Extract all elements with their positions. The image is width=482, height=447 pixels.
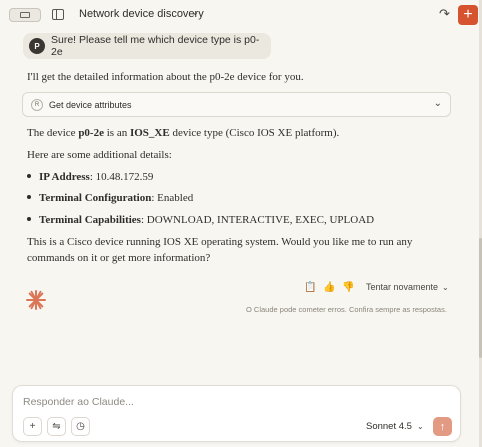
detail-label: Terminal Configuration	[39, 192, 152, 204]
reply-input[interactable]	[23, 394, 423, 410]
chevron-down-icon[interactable]: ⌄	[434, 98, 442, 109]
chevron-down-icon[interactable]: ⌄	[442, 283, 449, 292]
details-heading: Here are some additional details:	[27, 149, 172, 161]
plus-icon: +	[29, 421, 36, 432]
sidebar-toggle-icon[interactable]	[9, 8, 41, 22]
panel-icon[interactable]	[52, 9, 64, 20]
claude-logo-icon	[26, 290, 46, 310]
summary-middle: is an	[103, 127, 130, 139]
detail-value: : DOWNLOAD, INTERACTIVE, EXEC, UPLOAD	[140, 214, 375, 226]
tools-button[interactable]: ⇋	[47, 417, 66, 436]
arrow-up-icon: ↑	[439, 420, 446, 433]
share-icon[interactable]: ↷	[439, 6, 450, 22]
avatar: P	[29, 38, 45, 54]
assistant-intro: I'll get the detailed information about …	[27, 71, 304, 83]
copy-icon[interactable]: 📋	[304, 282, 316, 293]
bullet-icon	[27, 195, 31, 199]
chevron-down-icon: ⌄	[416, 422, 424, 431]
device-type: IOS_XE	[129, 127, 170, 139]
tool-badge: R	[31, 98, 43, 111]
attach-button[interactable]: +	[23, 417, 42, 436]
thumbs-down-icon[interactable]: 👎	[342, 282, 354, 293]
summary-prefix: The device	[27, 127, 79, 139]
composer: + ⇋ ◷ Sonnet 4.5 ⌄ ↑	[12, 385, 461, 442]
tool-call-label: Get device attributes	[49, 99, 132, 110]
user-message: P Sure! Please tell me which device type…	[23, 33, 271, 59]
conversation-title[interactable]: Network device discovery	[79, 8, 204, 20]
list-item: Terminal Capabilities: DOWNLOAD, INTERAC…	[27, 214, 374, 226]
model-selector[interactable]: Sonnet 4.5 ⌄	[366, 421, 424, 432]
detail-label: IP Address	[39, 171, 90, 183]
bullet-icon	[27, 217, 31, 221]
tool-call-panel[interactable]: R Get device attributes ⌄	[22, 92, 451, 117]
closing-line-1: This is a Cisco device running IOS XE op…	[27, 236, 413, 248]
top-bar: Network device discovery ⌄ ↷ +	[0, 0, 482, 30]
thumbs-up-icon[interactable]: 👍	[323, 282, 335, 293]
detail-label: Terminal Capabilities	[39, 214, 141, 226]
disclaimer: O Claude pode cometer erros. Confira sem…	[246, 305, 447, 314]
message-actions: 📋 👍 👎 Tentar novamente ⌄	[304, 280, 449, 294]
history-button[interactable]: ◷	[71, 417, 90, 436]
list-item: Terminal Configuration: Enabled	[27, 192, 193, 204]
model-name: Sonnet 4.5	[366, 421, 412, 432]
user-message-text: Sure! Please tell me which device type i…	[51, 34, 260, 58]
summary-suffix: device type (Cisco IOS XE platform).	[169, 127, 340, 139]
detail-value: : 10.48.172.59	[89, 171, 154, 183]
sliders-icon: ⇋	[52, 421, 61, 432]
send-button[interactable]: ↑	[433, 417, 452, 436]
detail-value: : Enabled	[151, 192, 194, 204]
chevron-down-icon[interactable]: ⌄	[191, 7, 199, 18]
list-item: IP Address: 10.48.172.59	[27, 171, 153, 183]
retry-button[interactable]: Tentar novamente	[366, 282, 438, 292]
clock-icon: ◷	[76, 421, 85, 432]
device-summary: The device p0-2e is an IOS_XE device typ…	[27, 127, 339, 139]
device-name: p0-2e	[78, 127, 104, 139]
bullet-icon	[27, 174, 31, 178]
closing-line-2: commands on it or get more information?	[27, 252, 211, 264]
new-chat-button[interactable]: +	[458, 5, 478, 25]
